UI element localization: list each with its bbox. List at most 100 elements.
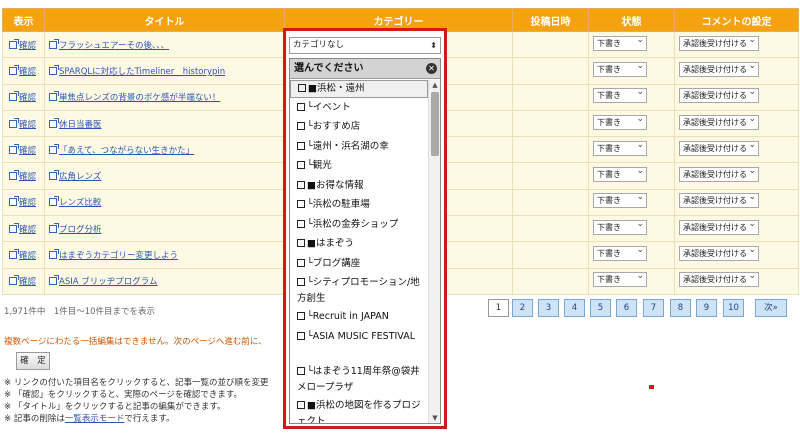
title-link[interactable]: 単焦点レンズの背景のボケ感が半端ない！ [59, 93, 220, 103]
category-option[interactable]: ■お得な情報 [290, 178, 428, 194]
status-select[interactable]: 下書き [593, 193, 647, 209]
comment-select[interactable]: 承認後受け付ける [679, 140, 759, 156]
checkbox-icon[interactable] [297, 141, 305, 150]
checkbox-icon[interactable] [297, 219, 305, 228]
comment-select[interactable]: 承認後受け付ける [679, 219, 759, 235]
category-option[interactable]: └観光 [290, 158, 428, 174]
scroll-down-icon[interactable]: ▼ [429, 413, 440, 423]
comment-select[interactable]: 承認後受け付ける [679, 88, 759, 104]
status-select[interactable]: 下書き [593, 167, 647, 183]
page-1[interactable]: 1 [488, 299, 509, 317]
title-link[interactable]: レンズ比較 [59, 198, 101, 208]
scrollbar-thumb[interactable] [431, 92, 439, 156]
list-view-mode-link[interactable]: 一覧表示モード [65, 414, 125, 424]
scroll-up-icon[interactable]: ▲ [429, 80, 440, 90]
status-select[interactable]: 下書き [593, 246, 647, 262]
category-option[interactable]: └イベント [290, 100, 428, 116]
checkbox-icon[interactable] [297, 161, 305, 169]
category-option[interactable]: └Recruit in JAPAN [290, 309, 428, 325]
header-title[interactable]: タイトル [44, 8, 285, 32]
category-select[interactable]: カテゴリなし ⬍ [289, 37, 441, 54]
view-link[interactable]: 確認 [19, 41, 36, 51]
header-view: 表示 [2, 8, 45, 32]
category-option[interactable]: ■はまぞう [290, 236, 428, 252]
comment-select[interactable]: 承認後受け付ける [679, 272, 759, 288]
page-5[interactable]: 5 [590, 299, 611, 317]
status-select[interactable]: 下書き [593, 140, 647, 156]
checkbox-icon[interactable] [297, 102, 305, 111]
checkbox-icon[interactable] [297, 278, 305, 286]
close-icon[interactable]: ✕ [426, 63, 437, 74]
page-3[interactable]: 3 [538, 299, 559, 317]
edit-icon [49, 249, 59, 260]
view-link[interactable]: 確認 [19, 93, 36, 103]
next-page-button[interactable]: 次» [755, 299, 787, 317]
view-link[interactable]: 確認 [19, 146, 36, 156]
header-status[interactable]: 状態 [588, 8, 675, 32]
title-link[interactable]: フラッシュエアーその後、、、 [59, 41, 169, 51]
title-cell: 「あえて、つながらない生きかた」 [44, 136, 285, 164]
category-option[interactable]: └浜松の金券ショップ [290, 217, 428, 233]
title-link[interactable]: ASIA ブリッヂプログラム [59, 277, 157, 287]
page-10[interactable]: 10 [723, 299, 744, 317]
title-link[interactable]: はまぞうカテゴリー変更しよう [59, 251, 178, 261]
page-2[interactable]: 2 [512, 299, 533, 317]
checkbox-icon[interactable] [297, 200, 305, 208]
checkbox-icon[interactable] [297, 312, 305, 320]
category-option[interactable]: ■浜松の地図を作るプロジェクト [290, 398, 428, 423]
result-count: 1,971件中 1件目〜10件目までを表示 [4, 307, 156, 317]
view-link[interactable]: 確認 [19, 120, 36, 130]
page-7[interactable]: 7 [643, 299, 664, 317]
category-option[interactable]: └おすすめ店 [290, 119, 428, 135]
view-link[interactable]: 確認 [19, 67, 36, 77]
status-cell: 下書き [588, 57, 675, 85]
category-option[interactable]: └浜松の駐車場 [290, 197, 428, 213]
comment-select[interactable]: 承認後受け付ける [679, 246, 759, 262]
status-select[interactable]: 下書き [593, 88, 647, 104]
title-link[interactable]: SPARQLに対応したTimeliner historypin [59, 67, 225, 77]
page-9[interactable]: 9 [696, 299, 717, 317]
edit-icon [49, 275, 59, 286]
checkbox-icon[interactable] [297, 180, 305, 189]
title-link[interactable]: 「あえて、つながらない生きかた」 [59, 146, 194, 156]
view-link[interactable]: 確認 [19, 277, 36, 287]
status-select[interactable]: 下書き [593, 114, 647, 130]
view-link[interactable]: 確認 [19, 198, 36, 208]
checkbox-icon[interactable] [297, 239, 305, 247]
view-link[interactable]: 確認 [19, 172, 36, 182]
page-4[interactable]: 4 [564, 299, 585, 317]
category-option[interactable]: └ASIA MUSIC FESTIVAL [290, 329, 428, 345]
comment-select[interactable]: 承認後受け付ける [679, 114, 759, 130]
checkbox-icon[interactable] [297, 401, 305, 409]
category-option[interactable]: ■浜松・遠州 [290, 80, 428, 98]
edit-icon [49, 170, 59, 181]
header-post-date[interactable]: 投稿日時 [512, 8, 589, 32]
comment-select[interactable]: 承認後受け付ける [679, 35, 759, 51]
status-select[interactable]: 下書き [593, 61, 647, 77]
view-link[interactable]: 確認 [19, 251, 36, 261]
category-option[interactable]: └遠州・浜名湖の幸 [290, 139, 428, 155]
category-option[interactable]: └シティプロモーション/地方創生 [290, 275, 428, 307]
title-link[interactable]: 広角レンズ [59, 172, 101, 182]
category-option[interactable]: └はまぞう11周年祭@袋井メロープラザ [290, 364, 428, 396]
scrollbar[interactable]: ▲ ▼ [428, 80, 440, 423]
checkbox-icon[interactable] [297, 258, 305, 267]
page-8[interactable]: 8 [670, 299, 691, 317]
status-select[interactable]: 下書き [593, 35, 647, 51]
view-link[interactable]: 確認 [19, 225, 36, 235]
comment-select[interactable]: 承認後受け付ける [679, 61, 759, 77]
page-6[interactable]: 6 [616, 299, 637, 317]
status-select[interactable]: 下書き [593, 272, 647, 288]
external-link-icon [9, 249, 19, 260]
checkbox-icon[interactable] [298, 84, 306, 92]
comment-select[interactable]: 承認後受け付ける [679, 167, 759, 183]
category-option[interactable]: └ブログ講座 [290, 256, 428, 272]
checkbox-icon[interactable] [297, 332, 305, 340]
checkbox-icon[interactable] [297, 122, 305, 130]
comment-select[interactable]: 承認後受け付ける [679, 193, 759, 209]
status-select[interactable]: 下書き [593, 219, 647, 235]
confirm-button[interactable]: 確 定 [16, 352, 50, 370]
title-link[interactable]: ブログ分析 [59, 225, 102, 235]
checkbox-icon[interactable] [297, 367, 305, 375]
title-link[interactable]: 休日当番医 [59, 120, 102, 130]
